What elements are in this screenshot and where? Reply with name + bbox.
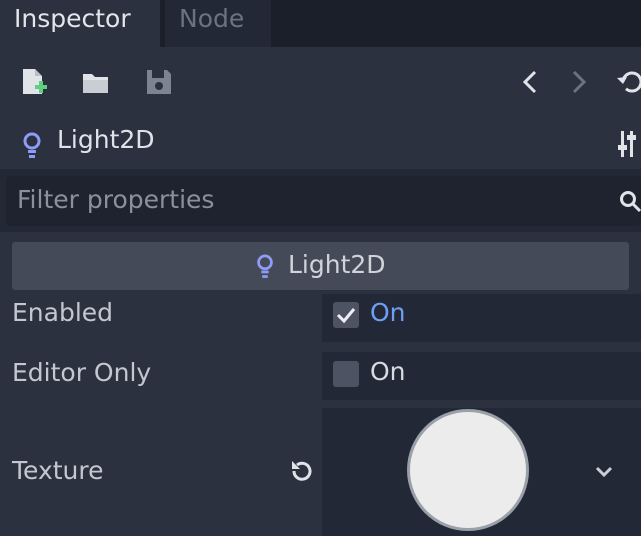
back-icon[interactable]: [515, 66, 547, 98]
node-settings-icon[interactable]: [618, 129, 641, 159]
open-folder-icon[interactable]: [80, 66, 112, 98]
checkmark-icon: [336, 308, 356, 324]
enabled-checkbox[interactable]: On: [322, 294, 641, 342]
node-title: Light2D: [57, 125, 155, 154]
inspector-toolbar: [0, 47, 641, 117]
property-label-texture: Texture: [12, 456, 104, 485]
light-bulb-icon: [23, 132, 41, 158]
search-icon: [620, 191, 641, 213]
save-icon[interactable]: [143, 66, 175, 98]
checkbox-checked: [333, 302, 359, 328]
forward-icon[interactable]: [562, 66, 594, 98]
revert-icon[interactable]: [287, 457, 315, 485]
property-label-enabled: Enabled: [12, 298, 114, 327]
texture-preview: [410, 412, 526, 528]
editor-only-checkbox[interactable]: On: [322, 352, 641, 400]
dock-tab-bar: Inspector Node: [0, 0, 641, 47]
node-info-bar: Light2D: [0, 117, 641, 169]
filter-placeholder: Filter properties: [17, 185, 215, 214]
section-title: Light2D: [288, 250, 386, 279]
tab-node[interactable]: Node: [165, 0, 271, 47]
tab-inspector[interactable]: Inspector: [0, 0, 160, 47]
filter-properties-input[interactable]: Filter properties: [6, 176, 641, 226]
light-bulb-icon: [257, 254, 273, 278]
enabled-value: On: [370, 298, 406, 327]
editor-only-value: On: [370, 357, 406, 386]
section-header-light2d[interactable]: Light2D: [12, 242, 629, 290]
checkbox-unchecked: [333, 361, 359, 387]
property-label-editor-only: Editor Only: [12, 358, 152, 387]
history-icon[interactable]: [614, 66, 641, 98]
chevron-down-icon[interactable]: [594, 465, 614, 479]
new-resource-icon[interactable]: [17, 66, 49, 98]
